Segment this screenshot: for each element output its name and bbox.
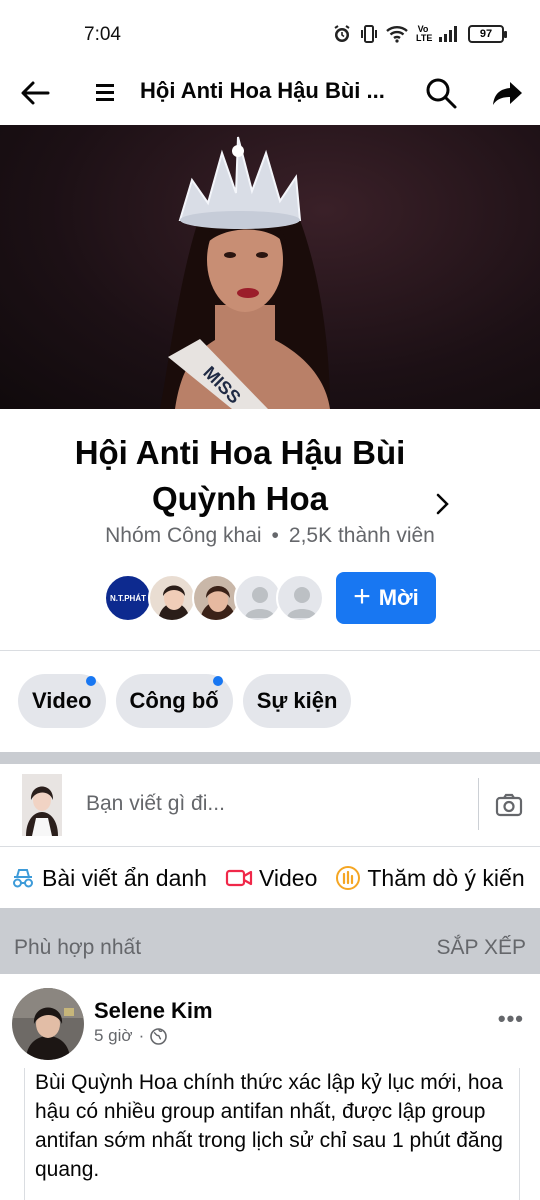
member-count[interactable]: 2,5K thành viên <box>289 524 435 547</box>
feed-sort-bar: Phù hợp nhất SẮP XẾP <box>0 908 540 974</box>
status-time: 7:04 <box>84 24 121 45</box>
tab-label: Sự kiện <box>256 688 338 713</box>
member-avatars[interactable]: N.T.PHÁT <box>104 574 324 624</box>
tab-label: Công bố <box>129 688 219 713</box>
invite-label: Mời <box>378 585 419 610</box>
top-nav-bar: Hội Anti Hoa Hậu Bùi ... <box>0 62 540 122</box>
anonymous-post-button[interactable]: Bài viết ẩn danh <box>10 865 207 892</box>
share-icon[interactable] <box>490 76 524 110</box>
notification-dot <box>85 676 96 686</box>
notification-dot <box>212 676 223 686</box>
group-name[interactable]: Hội Anti Hoa Hậu Bùi Quỳnh Hoa <box>40 430 440 522</box>
divider <box>0 846 540 847</box>
search-icon[interactable] <box>424 76 458 110</box>
status-bar: 7:04 Vo LTE 97 <box>0 0 540 70</box>
group-privacy[interactable]: Nhóm Công khai <box>105 524 261 547</box>
post-body: Bùi Quỳnh Hoa chính thức xác lập kỷ lục … <box>24 1068 520 1200</box>
poll-icon <box>336 866 361 890</box>
post-timestamp[interactable]: 5 giờ <box>94 1026 133 1046</box>
post-author-name[interactable]: Selene Kim <box>94 998 213 1024</box>
volte-label: Vo LTE <box>416 24 433 43</box>
poll-post-button[interactable]: Thăm dò ý kiến <box>335 864 525 892</box>
incognito-icon <box>13 869 33 888</box>
alarm-icon <box>334 25 350 42</box>
globe-icon <box>150 1027 168 1045</box>
back-arrow-icon[interactable] <box>18 76 52 110</box>
sort-button[interactable]: SẮP XẾP <box>437 936 527 960</box>
composer-separator <box>478 778 479 830</box>
signal-icon <box>439 26 457 42</box>
member-avatar-placeholder <box>276 574 324 622</box>
post-meta: 5 giờ · <box>94 1026 168 1046</box>
cover-photo-illustration: MISS <box>160 136 330 409</box>
nav-title: Hội Anti Hoa Hậu Bùi ... <box>140 78 385 103</box>
member-avatar: N.T.PHÁT <box>104 574 152 622</box>
tab-label: Video <box>32 688 92 713</box>
tab-announcements[interactable]: Công bố <box>115 674 233 728</box>
status-icons: Vo LTE 97 <box>332 24 507 44</box>
chevron-right-icon[interactable] <box>430 490 454 518</box>
member-avatar-placeholder <box>234 574 282 622</box>
more-options-icon[interactable]: ••• <box>498 1006 524 1032</box>
action-label: Bài viết ẩn danh <box>42 864 207 891</box>
invite-button[interactable]: + Mời <box>336 572 436 624</box>
group-tabs: Video Công bố Sự kiện <box>18 674 352 728</box>
section-divider <box>0 752 540 764</box>
group-meta: Nhóm Công khai • 2,5K thành viên <box>0 524 540 548</box>
vibrate-icon <box>361 25 377 43</box>
tab-video[interactable]: Video <box>18 674 106 728</box>
group-cover-photo[interactable]: MISS <box>0 125 540 409</box>
user-avatar[interactable] <box>22 774 62 836</box>
composer-placeholder[interactable]: Bạn viết gì đi... <box>86 792 225 816</box>
tab-events[interactable]: Sự kiện <box>242 674 352 728</box>
action-label: Video <box>258 864 318 891</box>
sort-current-label: Phù hợp nhất <box>14 936 142 959</box>
member-avatar <box>192 574 240 622</box>
author-avatar[interactable] <box>12 988 84 1060</box>
battery-indicator: 97 <box>468 25 507 43</box>
wifi-icon <box>386 26 408 43</box>
action-label: Thăm dò ý kiến <box>367 864 525 891</box>
meta-separator: · <box>138 1026 145 1045</box>
divider <box>0 650 540 651</box>
composer-actions: Bài viết ẩn danh Video Thăm dò ý kiến <box>0 848 540 908</box>
video-post-button[interactable]: Video <box>225 865 317 892</box>
meta-separator: • <box>271 524 279 547</box>
post-composer[interactable]: Bạn viết gì đi... <box>0 764 540 846</box>
menu-icon[interactable] <box>94 80 116 104</box>
camera-icon[interactable] <box>494 790 524 820</box>
plus-icon: + <box>353 579 371 613</box>
video-camera-icon <box>225 869 253 887</box>
feed-post: Selene Kim 5 giờ · ••• Bùi Quỳnh Hoa chí… <box>0 976 540 1200</box>
member-avatar <box>148 574 196 622</box>
member-avatar-label: N.T.PHÁT <box>110 593 146 603</box>
